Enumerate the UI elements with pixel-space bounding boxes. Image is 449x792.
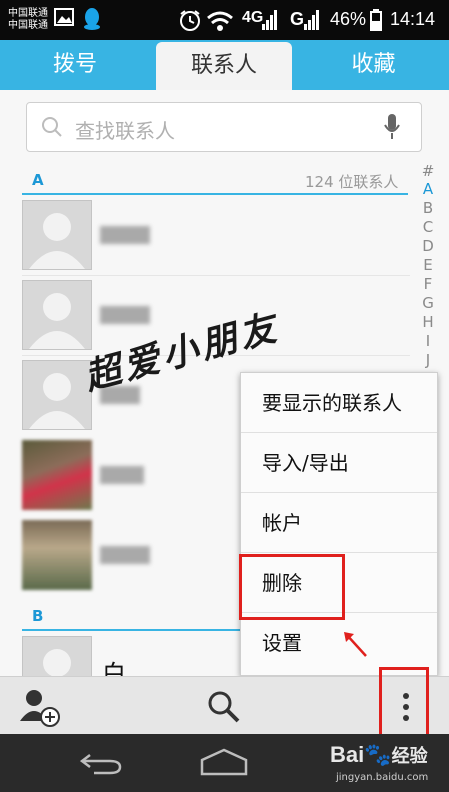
wifi-icon (207, 11, 233, 31)
baidu-logo-text: Bai🐾经验 (330, 742, 428, 767)
battery-percent: 46% (330, 9, 367, 29)
contact-count: 124 位联系人 (305, 173, 399, 191)
person-placeholder-icon (29, 213, 85, 269)
alpha-index-e[interactable]: E (420, 256, 436, 274)
contact-row[interactable] (20, 198, 410, 272)
signal-icon-2 (304, 10, 319, 30)
tab-bar: 拨号 联系人 收藏 (0, 40, 449, 90)
row-divider (22, 275, 410, 276)
alpha-index-d[interactable]: D (420, 237, 436, 255)
menu-item-contacts-to-display[interactable]: 要显示的联系人 (241, 373, 437, 433)
menu-item-accounts[interactable]: 帐户 (241, 493, 437, 553)
delete-highlight-box (239, 554, 345, 620)
arrow-annotation-icon (344, 632, 367, 657)
alpha-index-f[interactable]: F (420, 275, 436, 293)
alpha-index-g[interactable]: G (420, 294, 436, 312)
blurred-name (100, 546, 150, 564)
alpha-index-h[interactable]: H (420, 313, 436, 331)
avatar-photo (22, 440, 92, 510)
qq-icon (84, 8, 100, 30)
search-icon (42, 117, 62, 137)
alpha-index-a[interactable]: A (420, 180, 436, 198)
menu-item-settings[interactable]: 设置 (241, 613, 437, 673)
baidu-site-text: jingyan.baidu.com (336, 772, 429, 783)
search-placeholder: 查找联系人 (75, 119, 175, 143)
avatar-photo (22, 520, 92, 590)
search-icon[interactable] (206, 689, 242, 725)
person-placeholder-icon (29, 373, 85, 429)
tab-dialer[interactable]: 拨号 (0, 40, 150, 90)
section-divider-a (22, 193, 408, 195)
person-placeholder-icon (43, 649, 71, 676)
blurred-name (100, 466, 144, 484)
alpha-index-i[interactable]: I (420, 332, 436, 350)
navigation-bar: Bai🐾经验 jingyan.baidu.com (0, 734, 449, 792)
carrier-2: 中国联通 (8, 20, 48, 31)
back-icon[interactable] (80, 751, 122, 775)
network-type: 4G (242, 9, 264, 26)
contact-name: 白 (102, 660, 126, 676)
carrier-1: 中国联通 (8, 8, 48, 19)
status-bar: 中国联通 中国联通 4G G 46% 14:14 (0, 0, 449, 40)
overflow-menu: 要显示的联系人 导入/导出 帐户 删除 设置 (240, 372, 438, 676)
blurred-name (100, 306, 150, 324)
battery-icon (370, 9, 382, 31)
network-type-2: G (290, 9, 305, 29)
microphone-icon[interactable] (383, 113, 401, 141)
tab-contacts[interactable]: 联系人 (156, 42, 292, 90)
menu-item-import-export[interactable]: 导入/导出 (241, 433, 437, 493)
alpha-index-j[interactable]: J (420, 351, 436, 369)
alpha-index-hash[interactable]: # (420, 162, 436, 180)
section-header-a: A (32, 171, 44, 189)
image-icon (54, 8, 74, 26)
blurred-name (100, 226, 150, 244)
avatar (22, 280, 92, 350)
alpha-index-c[interactable]: C (420, 218, 436, 236)
tab-favorites[interactable]: 收藏 (298, 40, 449, 90)
add-contact-icon[interactable] (20, 687, 62, 727)
person-placeholder-icon (29, 293, 85, 349)
section-header-b: B (32, 607, 44, 625)
search-input[interactable]: 查找联系人 (26, 102, 422, 152)
signal-icon (262, 10, 277, 30)
alarm-icon (180, 10, 200, 31)
avatar (22, 200, 92, 270)
avatar (22, 360, 92, 430)
avatar (22, 636, 92, 676)
alpha-index-b[interactable]: B (420, 199, 436, 217)
home-icon[interactable] (200, 748, 248, 776)
clock: 14:14 (390, 9, 436, 29)
